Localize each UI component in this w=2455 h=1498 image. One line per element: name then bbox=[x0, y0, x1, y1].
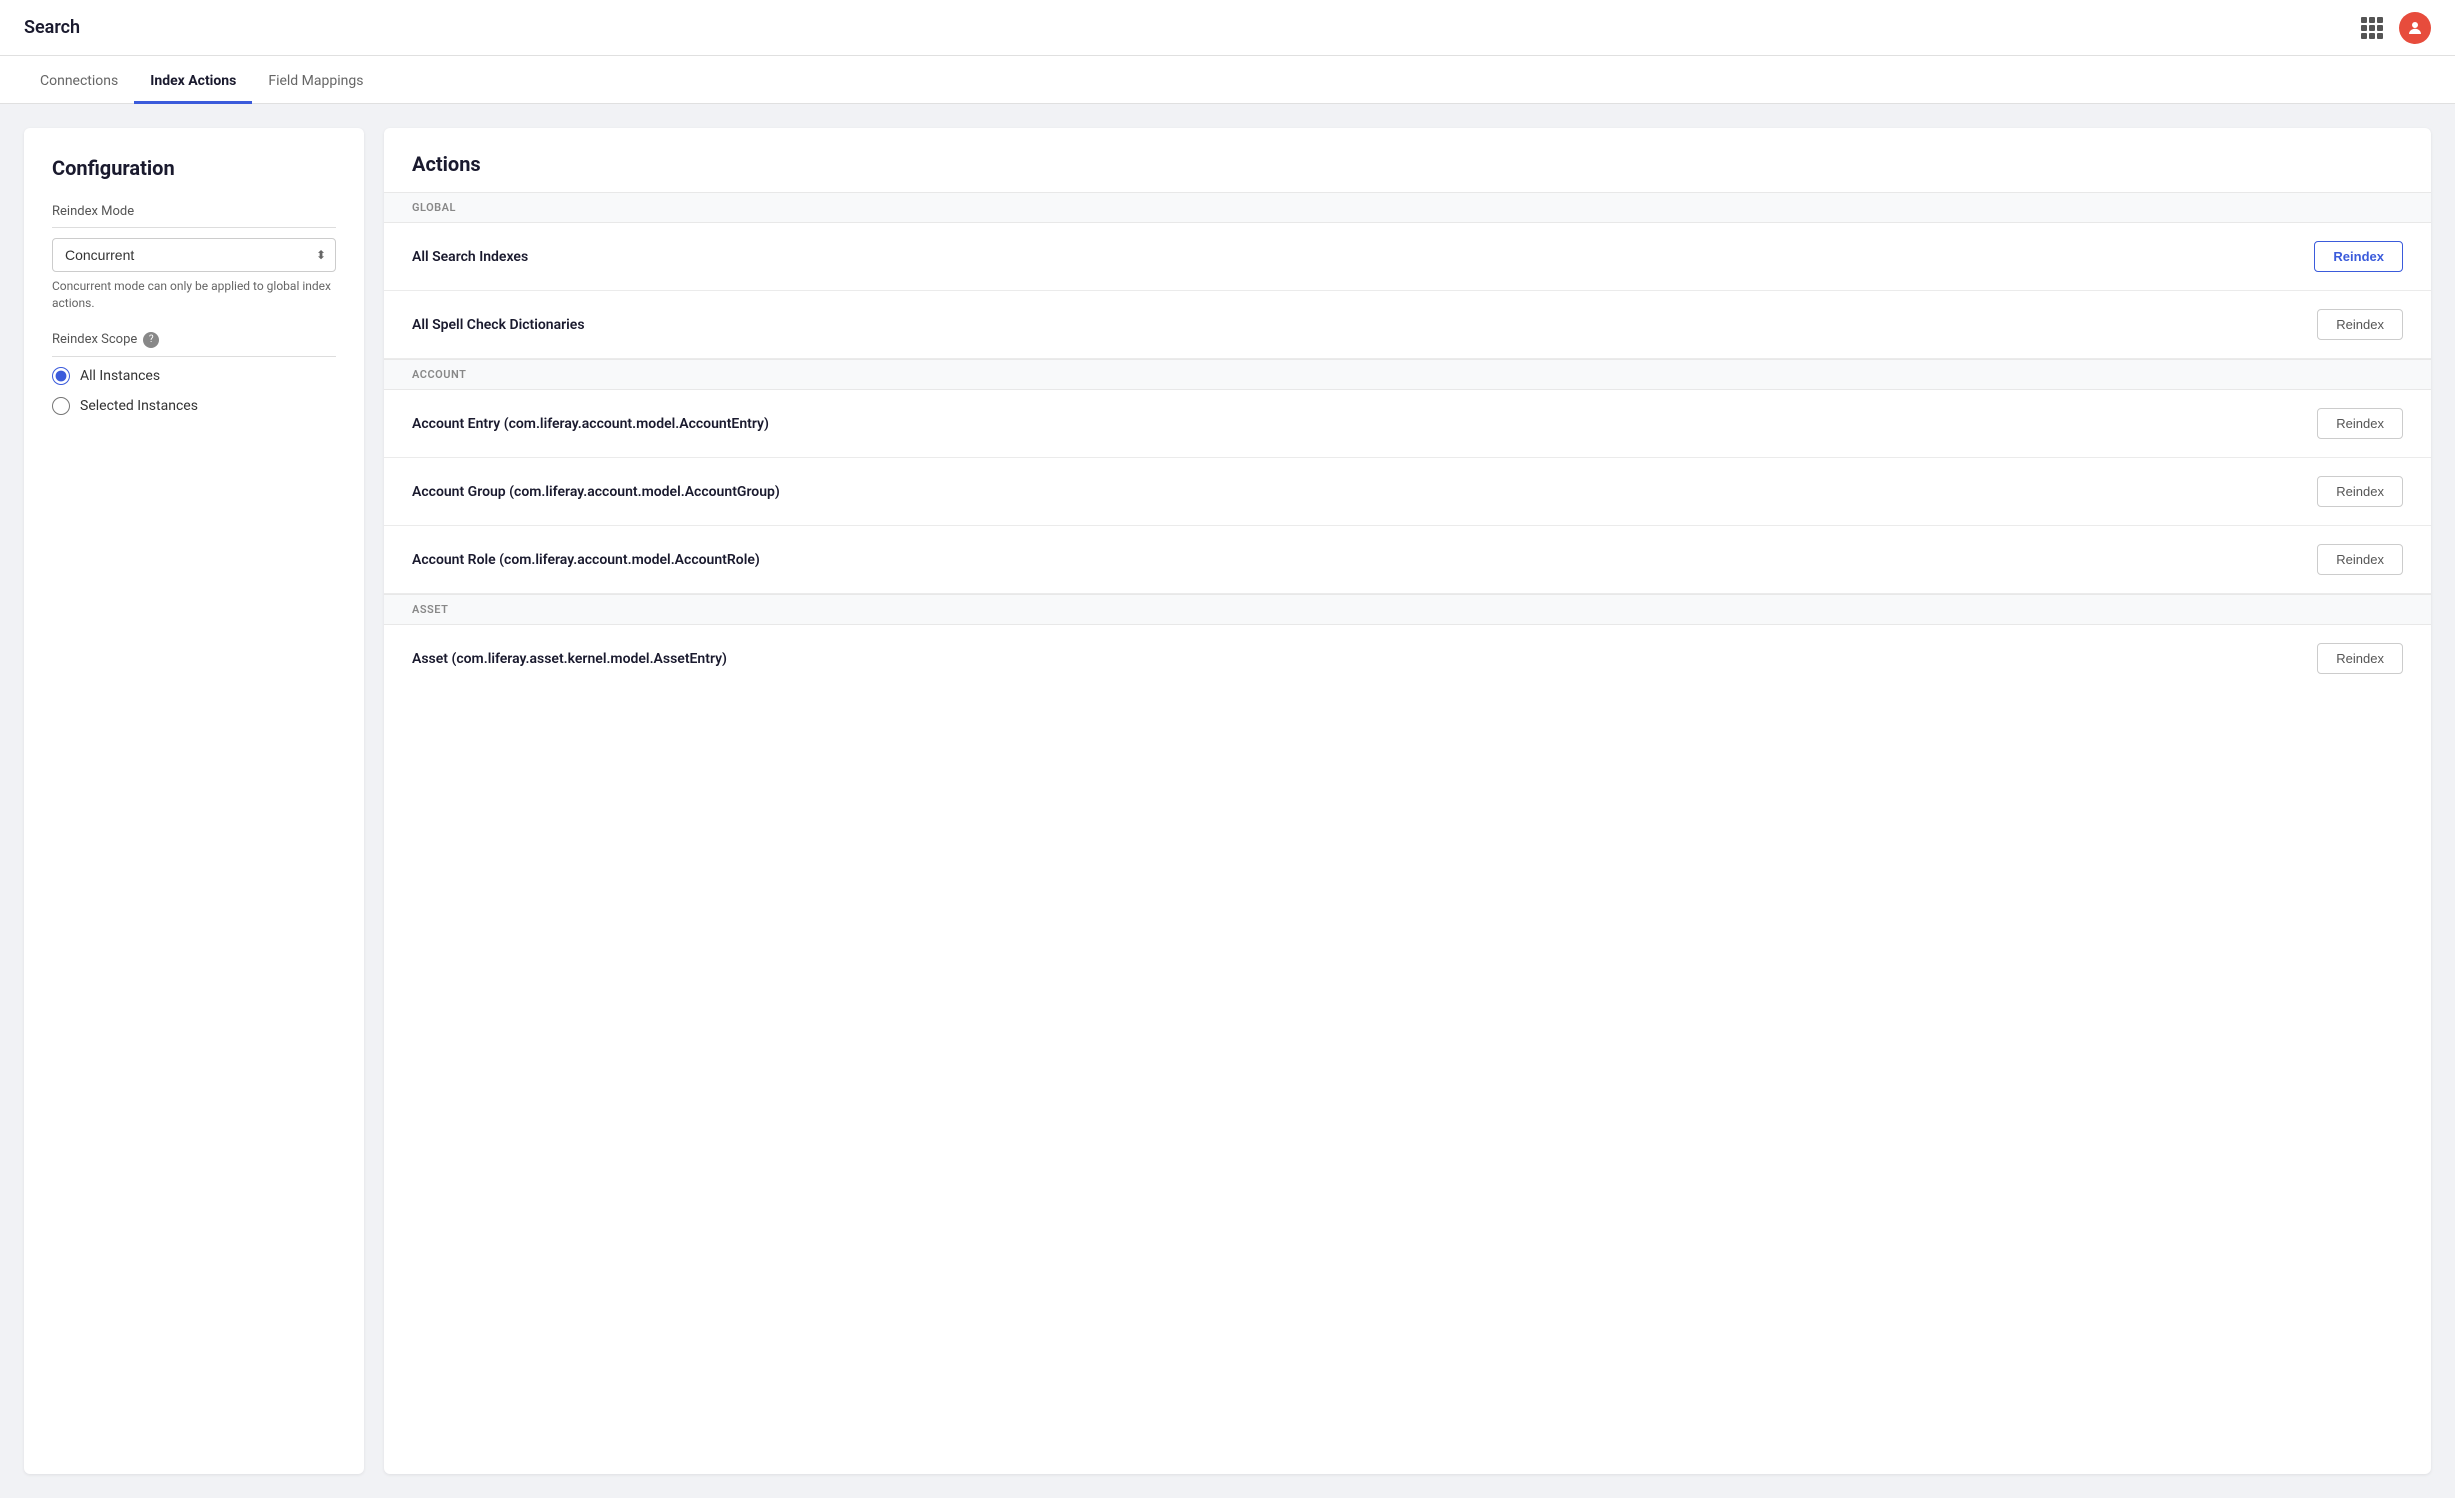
radio-selected-instances[interactable]: Selected Instances bbox=[52, 397, 336, 415]
configuration-panel: Configuration Reindex Mode Concurrent Sy… bbox=[24, 128, 364, 1474]
reindex-btn-asset-entry[interactable]: Reindex bbox=[2317, 643, 2403, 674]
action-row-all-search-indexes: All Search Indexes Reindex bbox=[384, 223, 2431, 291]
actions-title: Actions bbox=[384, 128, 2431, 192]
reindex-scope-group: Reindex Scope ? All Instances Selected I… bbox=[52, 332, 336, 415]
tab-connections[interactable]: Connections bbox=[24, 61, 134, 104]
reindex-mode-select[interactable]: Concurrent Sync bbox=[52, 238, 336, 272]
app-title: Search bbox=[24, 17, 80, 38]
reindex-mode-label: Reindex Mode bbox=[52, 204, 336, 219]
action-name-account-role: Account Role (com.liferay.account.model.… bbox=[412, 552, 760, 568]
reindex-mode-helper: Concurrent mode can only be applied to g… bbox=[52, 278, 336, 312]
action-row-asset-entry: Asset (com.liferay.asset.kernel.model.As… bbox=[384, 625, 2431, 692]
section-header-asset: ASSET bbox=[384, 594, 2431, 625]
action-name-asset-entry: Asset (com.liferay.asset.kernel.model.As… bbox=[412, 651, 727, 667]
form-divider-1 bbox=[52, 227, 336, 228]
reindex-mode-select-wrapper: Concurrent Sync ⬍ bbox=[52, 238, 336, 272]
form-divider-2 bbox=[52, 356, 336, 357]
scope-radio-group: All Instances Selected Instances bbox=[52, 367, 336, 415]
tab-index-actions[interactable]: Index Actions bbox=[134, 61, 252, 104]
action-name-account-group: Account Group (com.liferay.account.model… bbox=[412, 484, 780, 500]
section-header-account: ACCOUNT bbox=[384, 359, 2431, 390]
tab-field-mappings[interactable]: Field Mappings bbox=[252, 61, 379, 104]
action-row-account-group: Account Group (com.liferay.account.model… bbox=[384, 458, 2431, 526]
reindex-btn-account-group[interactable]: Reindex bbox=[2317, 476, 2403, 507]
tab-bar: Connections Index Actions Field Mappings bbox=[0, 56, 2455, 104]
action-row-account-role: Account Role (com.liferay.account.model.… bbox=[384, 526, 2431, 594]
reindex-btn-all-search-indexes[interactable]: Reindex bbox=[2314, 241, 2403, 272]
radio-all-instances[interactable]: All Instances bbox=[52, 367, 336, 385]
action-name-account-entry: Account Entry (com.liferay.account.model… bbox=[412, 416, 769, 432]
reindex-mode-group: Reindex Mode Concurrent Sync ⬍ Concurren… bbox=[52, 204, 336, 312]
action-row-all-spell-check: All Spell Check Dictionaries Reindex bbox=[384, 291, 2431, 359]
section-header-global: GLOBAL bbox=[384, 192, 2431, 223]
header-icons bbox=[2361, 12, 2431, 44]
radio-all-instances-label: All Instances bbox=[80, 368, 160, 384]
user-avatar[interactable] bbox=[2399, 12, 2431, 44]
help-icon[interactable]: ? bbox=[143, 332, 159, 348]
action-name-all-search-indexes: All Search Indexes bbox=[412, 249, 528, 265]
actions-panel: Actions GLOBAL All Search Indexes Reinde… bbox=[384, 128, 2431, 1474]
main-content: Configuration Reindex Mode Concurrent Sy… bbox=[0, 104, 2455, 1498]
action-name-all-spell-check: All Spell Check Dictionaries bbox=[412, 317, 585, 333]
reindex-btn-all-spell-check[interactable]: Reindex bbox=[2317, 309, 2403, 340]
reindex-scope-label: Reindex Scope ? bbox=[52, 332, 336, 348]
radio-all-instances-input[interactable] bbox=[52, 367, 70, 385]
radio-selected-instances-label: Selected Instances bbox=[80, 398, 198, 414]
reindex-btn-account-entry[interactable]: Reindex bbox=[2317, 408, 2403, 439]
reindex-btn-account-role[interactable]: Reindex bbox=[2317, 544, 2403, 575]
radio-selected-instances-input[interactable] bbox=[52, 397, 70, 415]
app-header: Search bbox=[0, 0, 2455, 56]
action-row-account-entry: Account Entry (com.liferay.account.model… bbox=[384, 390, 2431, 458]
configuration-title: Configuration bbox=[52, 156, 336, 180]
grid-icon[interactable] bbox=[2361, 17, 2383, 39]
